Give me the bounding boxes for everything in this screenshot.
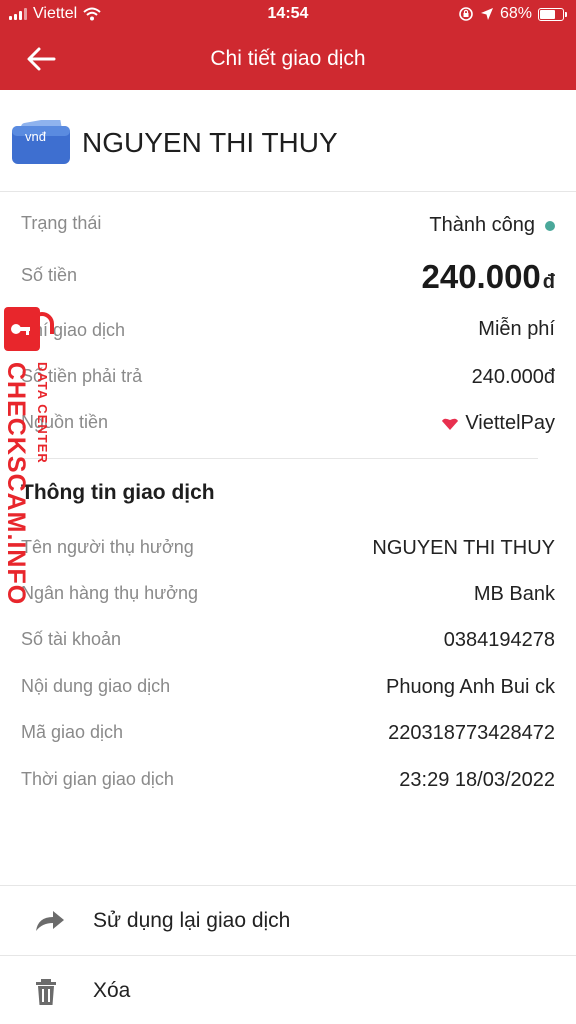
rotation-lock-icon	[459, 7, 473, 21]
txid-value: 220318773428472	[388, 722, 555, 744]
fee-row: Phí giao dịch Miễn phí	[21, 316, 555, 346]
watermark-text: CHECKSCAM.INFO	[2, 362, 30, 606]
delete-label: Xóa	[93, 979, 131, 1002]
account-row: Số tài khoản 0384194278	[21, 625, 555, 655]
payable-row: Số tiền phải trả 240.000đ	[21, 362, 555, 392]
content-row: Nội dung giao dịch Phuong Anh Bui ck	[21, 672, 555, 702]
viettelpay-icon	[442, 418, 459, 430]
source-value: ViettelPay	[465, 412, 555, 434]
amount-unit: đ	[542, 271, 555, 293]
status-dot	[545, 220, 555, 231]
bank-row: Ngân hàng thụ hưởng MB Bank	[21, 579, 555, 609]
watermark-subtext: DATA CENTER	[35, 362, 50, 464]
beneficiary-value: NGUYEN THI THUY	[372, 537, 555, 559]
recipient-name: NGUYEN THI THUY	[82, 127, 338, 158]
payable-value: 240.000đ	[471, 366, 555, 388]
battery-icon	[538, 7, 567, 21]
content-value: Phuong Anh Bui ck	[385, 676, 555, 698]
status-value: Thành công	[429, 214, 535, 236]
wallet-label: vnđ	[25, 129, 47, 144]
fee-value: Miễn phí	[478, 318, 555, 340]
bank-value: MB Bank	[473, 583, 555, 605]
reuse-transaction-label: Sử dụng lại giao dịch	[93, 909, 291, 932]
time-value: 23:29 18/03/2022	[399, 769, 555, 791]
beneficiary-label: Tên người thụ hưởng	[21, 537, 194, 557]
watermark-lock-icon	[30, 312, 54, 334]
reuse-transaction-button[interactable]: Sử dụng lại giao dịch	[0, 885, 576, 955]
status-row: Trạng thái Thành công	[21, 209, 555, 239]
status-bar: Viettel 14:54 68%	[0, 5, 576, 25]
app-header: Viettel 14:54 68% Chi tiết giao dịch	[0, 0, 576, 90]
time-row: Thời gian giao dịch 23:29 18/03/2022	[21, 765, 555, 795]
amount-row: Số tiền 240.000 đ	[21, 258, 555, 302]
account-value: 0384194278	[443, 629, 555, 651]
content-label: Nội dung giao dịch	[21, 676, 171, 696]
battery-level	[540, 9, 555, 19]
account-label: Số tài khoản	[21, 629, 122, 649]
amount-label: Số tiền	[21, 265, 78, 285]
page-title: Chi tiết giao dịch	[210, 47, 366, 70]
battery-percent: 68%	[499, 5, 532, 22]
share-arrow-icon	[36, 911, 64, 931]
delete-button[interactable]: Xóa	[0, 955, 576, 1024]
location-icon	[480, 8, 493, 20]
beneficiary-row: Tên người thụ hưởng NGUYEN THI THUY	[21, 533, 555, 563]
amount-value: 240.000	[421, 258, 541, 295]
bank-label: Ngân hàng thụ hưởng	[21, 583, 198, 603]
section-divider	[21, 458, 538, 459]
time-label: Thời gian giao dịch	[21, 769, 174, 789]
txid-row: Mã giao dịch 220318773428472	[21, 718, 555, 748]
section-title: Thông tin giao dịch	[21, 481, 215, 504]
txid-label: Mã giao dịch	[21, 722, 124, 742]
recipient-card: vnđ NGUYEN THI THUY	[0, 90, 576, 192]
wallet-icon: vnđ	[12, 120, 70, 164]
source-row: Nguồn tiền ViettelPay	[21, 408, 555, 438]
status-label: Trạng thái	[21, 213, 102, 233]
trash-icon	[36, 979, 56, 1005]
